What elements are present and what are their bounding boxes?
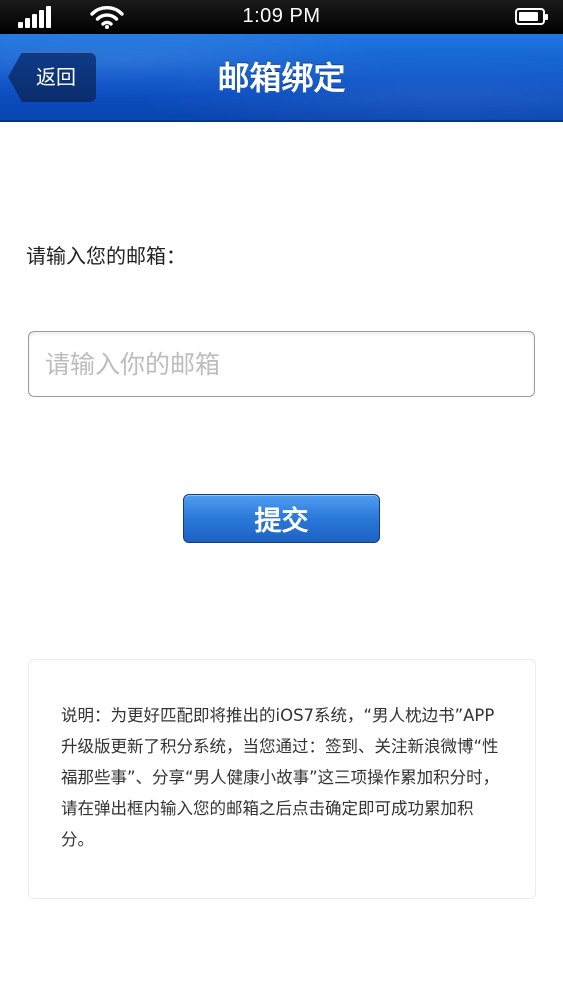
page-title: 邮箱绑定	[217, 59, 346, 97]
email-label: 请输入您的邮箱：	[26, 244, 186, 268]
battery-level	[519, 12, 538, 21]
nav-header: 返回 邮箱绑定	[0, 34, 563, 122]
note-box: 说明：为更好匹配即将推出的iOS7系统，“男人枕边书”APP升级版更新了积分系统…	[28, 659, 536, 899]
battery-icon	[515, 8, 548, 25]
status-time: 1:09 PM	[242, 5, 321, 27]
submit-button[interactable]: 提交	[183, 494, 380, 543]
status-bar: 1:09 PM	[0, 0, 563, 34]
email-input[interactable]	[28, 331, 535, 397]
note-text: 说明：为更好匹配即将推出的iOS7系统，“男人枕边书”APP升级版更新了积分系统…	[61, 706, 500, 849]
